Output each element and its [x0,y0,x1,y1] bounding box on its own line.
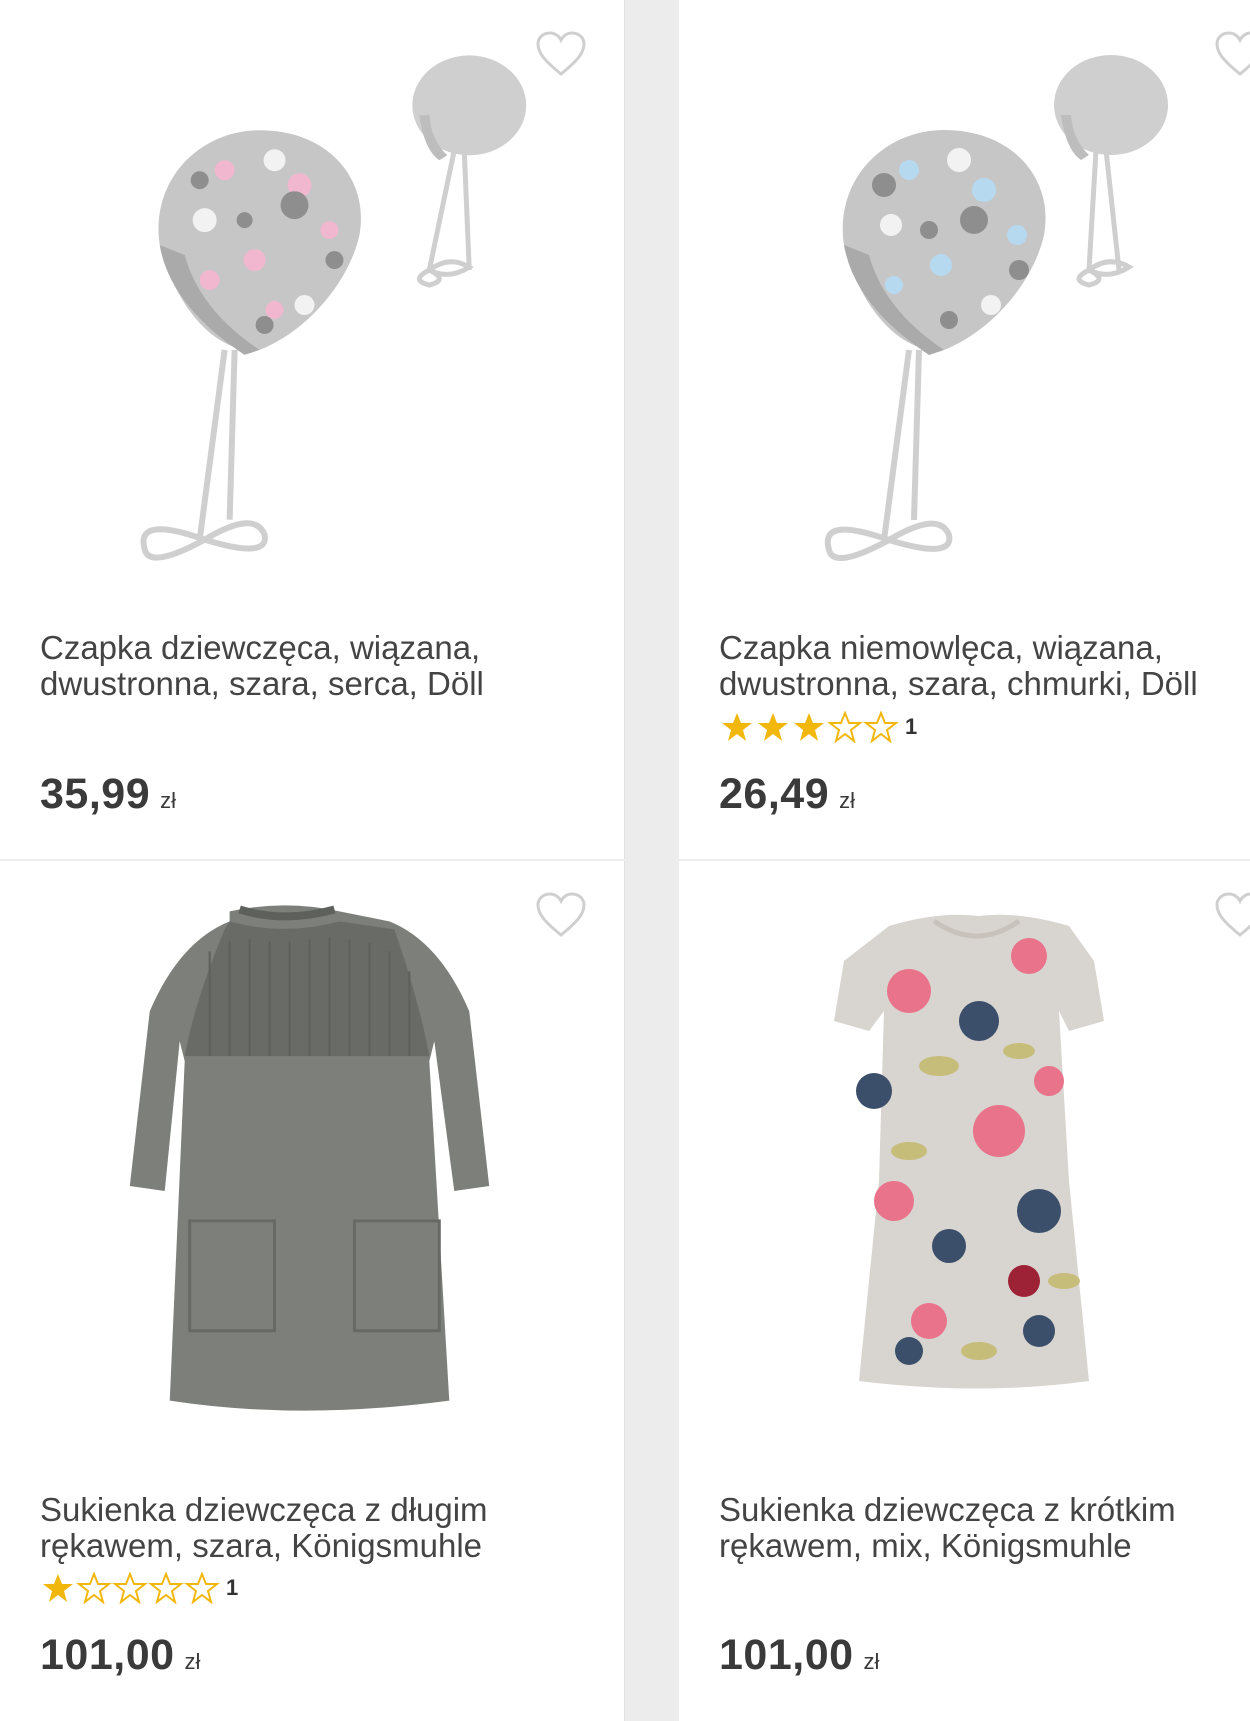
rating-count: 1 [226,1575,239,1600]
rating-count: 1 [905,714,918,739]
floral-dress-image[interactable] [679,881,1250,1461]
product-price: 101,00 zł [40,1631,201,1679]
hat-clouds-image[interactable] [679,20,1250,600]
product-card[interactable]: Czapka niemowlęca, wiązana, dwustronna, … [679,0,1250,859]
product-card[interactable]: Czapka dziewczęca, wiązana, dwustronna, … [0,0,625,859]
star-filled-icon [43,1574,73,1602]
star-empty-icon [827,711,863,743]
rating-stars[interactable]: 1 [719,711,918,743]
star-empty-icon [148,1572,184,1604]
star-filled-icon [758,713,788,741]
star-empty-icon [112,1572,148,1604]
product-price: 35,99 zł [40,770,176,818]
product-price: 26,49 zł [719,770,855,818]
hat-hearts-image[interactable] [0,20,624,600]
product-card[interactable]: Sukienka dziewczęca z krótkim rękawem, m… [679,861,1250,1721]
product-title[interactable]: Czapka dziewczęca, wiązana, dwustronna, … [40,630,580,702]
star-empty-icon [184,1572,220,1604]
star-empty-icon [863,711,899,743]
grey-knit-dress-image[interactable] [0,881,624,1461]
product-card[interactable]: Sukienka dziewczęca z długim rękawem, sz… [0,861,625,1721]
product-title[interactable]: Sukienka dziewczęca z krótkim rękawem, m… [719,1492,1244,1564]
star-filled-icon [794,713,824,741]
product-title[interactable]: Sukienka dziewczęca z długim rękawem, sz… [40,1492,580,1564]
star-filled-icon [722,713,752,741]
rating-stars[interactable]: 1 [40,1572,239,1604]
product-title[interactable]: Czapka niemowlęca, wiązana, dwustronna, … [719,630,1244,702]
product-price: 101,00 zł [719,1631,880,1679]
star-empty-icon [76,1572,112,1604]
